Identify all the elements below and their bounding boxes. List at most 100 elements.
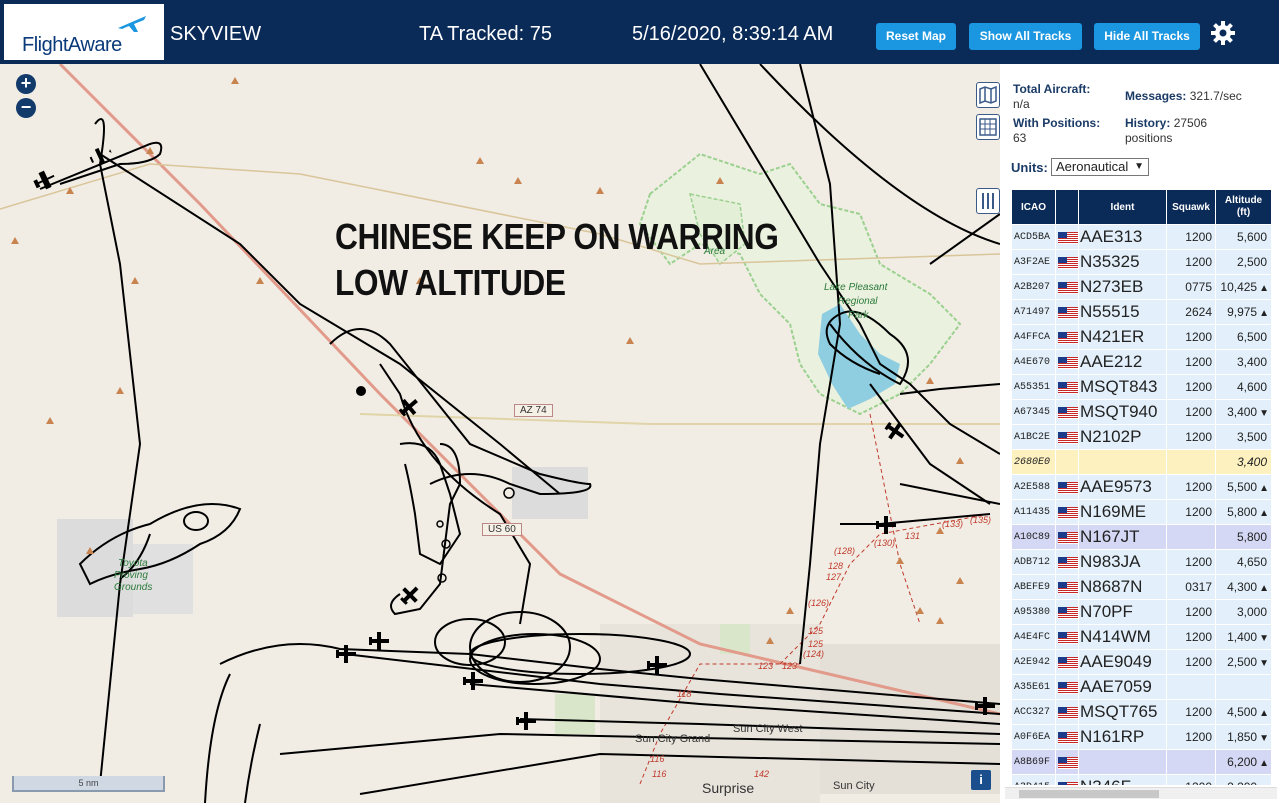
- table-row[interactable]: A35E61 AAE7059: [1012, 675, 1271, 699]
- icao-cell: A10C89: [1012, 525, 1055, 549]
- table-row[interactable]: A4FFCA N421ER 1200 6,500: [1012, 325, 1271, 349]
- flag-cell: [1056, 625, 1078, 649]
- app-title: SKYVIEW: [170, 23, 262, 45]
- us-flag-icon: [1058, 731, 1078, 744]
- route-label: (126): [808, 598, 830, 608]
- column-header-flag[interactable]: [1056, 190, 1078, 224]
- map-view[interactable]: CHINESE KEEP ON WARRING LOW ALTITUDE AZ …: [0, 64, 1000, 803]
- icao-cell: A2B207: [1012, 275, 1055, 299]
- route-label: 116: [652, 769, 667, 779]
- horizontal-scrollbar[interactable]: [1005, 787, 1277, 799]
- ident-cell: [1079, 750, 1166, 774]
- icao-cell: A1BC2E: [1012, 425, 1055, 449]
- icao-cell: A2E588: [1012, 475, 1055, 499]
- altitude-cell: 5,500 ▲: [1216, 475, 1271, 499]
- flag-cell: [1056, 325, 1078, 349]
- overlay-annotation: CHINESE KEEP ON WARRING LOW ALTITUDE: [335, 214, 779, 306]
- table-header-row: ICAO Ident Squawk Altitude (ft): [1012, 190, 1271, 224]
- table-row[interactable]: A0F6EA N161RP 1200 1,850 ▼: [1012, 725, 1271, 749]
- lake-label: Lake Pleasant: [824, 282, 888, 293]
- us-flag-icon: [1058, 431, 1078, 444]
- table-row[interactable]: ACC327 MSQT765 1200 4,500 ▲: [1012, 700, 1271, 724]
- table-row[interactable]: 2680E0 3,400: [1012, 450, 1271, 474]
- total-aircraft-stat: Total Aircraft: n/a: [1013, 82, 1123, 112]
- us-flag-icon: [1058, 306, 1078, 319]
- regional-label: Regional: [838, 296, 878, 307]
- table-row[interactable]: A4E670 AAE212 1200 3,400: [1012, 350, 1271, 374]
- us-flag-icon: [1058, 756, 1078, 769]
- table-row[interactable]: A55351 MSQT843 1200 4,600: [1012, 375, 1271, 399]
- altitude-cell: 3,400 ▼: [1216, 400, 1271, 424]
- flag-cell: [1056, 650, 1078, 674]
- units-select[interactable]: Aeronautical ▼: [1051, 158, 1149, 176]
- column-toggle-button[interactable]: [976, 188, 1000, 214]
- table-row[interactable]: ACD5BA AAE313 1200 5,600: [1012, 225, 1271, 249]
- table-row[interactable]: A3D415N346F12002,200▲: [1012, 775, 1271, 785]
- table-row[interactable]: A8B69F 6,200 ▲: [1012, 750, 1271, 774]
- reset-map-button[interactable]: Reset Map: [876, 23, 956, 50]
- zoom-out-button[interactable]: −: [16, 98, 36, 118]
- icao-cell: A35E61: [1012, 675, 1055, 699]
- flightaware-logo[interactable]: FlightAware: [4, 4, 164, 60]
- route-label: (133): [942, 519, 964, 529]
- hide-all-tracks-button[interactable]: Hide All Tracks: [1094, 23, 1200, 50]
- flag-cell: [1056, 425, 1078, 449]
- current-datetime: 5/16/2020, 8:39:14 AM: [632, 23, 834, 45]
- altitude-header-unit: (ft): [1236, 207, 1251, 218]
- altitude-value: 3,000: [1236, 605, 1267, 619]
- ident-cell: N273EB: [1079, 275, 1166, 299]
- map-canvas: [0, 64, 1000, 803]
- icao-cell: A11435: [1012, 500, 1055, 524]
- with-positions-label: With Positions:: [1013, 116, 1101, 130]
- info-button[interactable]: i: [971, 770, 991, 790]
- table-row[interactable]: A10C89 N167JT 5,800: [1012, 525, 1271, 549]
- icao-cell: 2680E0: [1012, 450, 1055, 474]
- gear-icon[interactable]: [1210, 20, 1236, 46]
- sun-city-label: Sun City: [833, 780, 875, 792]
- chevron-down-icon: ▼: [1134, 161, 1144, 172]
- us-flag-icon: [1058, 606, 1078, 619]
- table-row[interactable]: A67345 MSQT940 1200 3,400 ▼: [1012, 400, 1271, 424]
- altitude-trend-icon: ▼: [1259, 733, 1269, 744]
- route-label: 131: [905, 531, 921, 541]
- icao-cell: A71497: [1012, 300, 1055, 324]
- table-row[interactable]: A2E588 AAE9573 1200 5,500 ▲: [1012, 475, 1271, 499]
- column-header-altitude[interactable]: Altitude (ft): [1216, 190, 1271, 224]
- table-row[interactable]: A3F2AE N35325 1200 2,500: [1012, 250, 1271, 274]
- flag-cell: [1056, 575, 1078, 599]
- table-row[interactable]: A4E4FC N414WM 1200 1,400 ▼: [1012, 625, 1271, 649]
- table-row[interactable]: ADB712 N983JA 1200 4,650: [1012, 550, 1271, 574]
- squawk-cell: 1200: [1167, 650, 1215, 674]
- scrollbar-thumb[interactable]: [1019, 790, 1159, 798]
- table-row[interactable]: A2B207 N273EB 0775 10,425 ▲: [1012, 275, 1271, 299]
- altitude-trend-icon: ▲: [1259, 708, 1269, 719]
- altitude-cell: 5,800 ▲: [1216, 500, 1271, 524]
- aircraft-table-container[interactable]: ICAO Ident Squawk Altitude (ft) ACD5BA AA…: [1011, 189, 1279, 785]
- flag-cell: [1056, 775, 1078, 785]
- table-row[interactable]: A11435 N169ME 1200 5,800 ▲: [1012, 500, 1271, 524]
- units-value: Aeronautical: [1056, 159, 1129, 174]
- icao-cell: A4E670: [1012, 350, 1055, 374]
- table-row[interactable]: ABEFE9 N8687N 0317 4,300 ▲: [1012, 575, 1271, 599]
- ident-cell: N421ER: [1079, 325, 1166, 349]
- flag-cell: [1056, 450, 1078, 474]
- table-row[interactable]: A1BC2E N2102P 1200 3,500: [1012, 425, 1271, 449]
- map-layers-button[interactable]: [976, 82, 1000, 108]
- history-unit: positions: [1125, 131, 1173, 145]
- table-row[interactable]: A71497 N55515 2624 9,975 ▲: [1012, 300, 1271, 324]
- show-all-tracks-button[interactable]: Show All Tracks: [969, 23, 1082, 50]
- map-grid-button[interactable]: [976, 114, 1000, 140]
- units-label: Units:: [1011, 160, 1048, 175]
- altitude-cell: 1,850 ▼: [1216, 725, 1271, 749]
- zoom-in-button[interactable]: +: [16, 74, 36, 94]
- squawk-cell: 1200: [1167, 325, 1215, 349]
- column-header-icao[interactable]: ICAO: [1012, 190, 1055, 224]
- squawk-cell: 1200: [1167, 550, 1215, 574]
- icao-cell: A67345: [1012, 400, 1055, 424]
- column-header-ident[interactable]: Ident: [1079, 190, 1166, 224]
- table-row[interactable]: A2E942 AAE9049 1200 2,500 ▼: [1012, 650, 1271, 674]
- column-header-squawk[interactable]: Squawk: [1167, 190, 1215, 224]
- flag-cell: [1056, 550, 1078, 574]
- squawk-cell: 1200: [1167, 250, 1215, 274]
- table-row[interactable]: A95380 N70PF 1200 3,000: [1012, 600, 1271, 624]
